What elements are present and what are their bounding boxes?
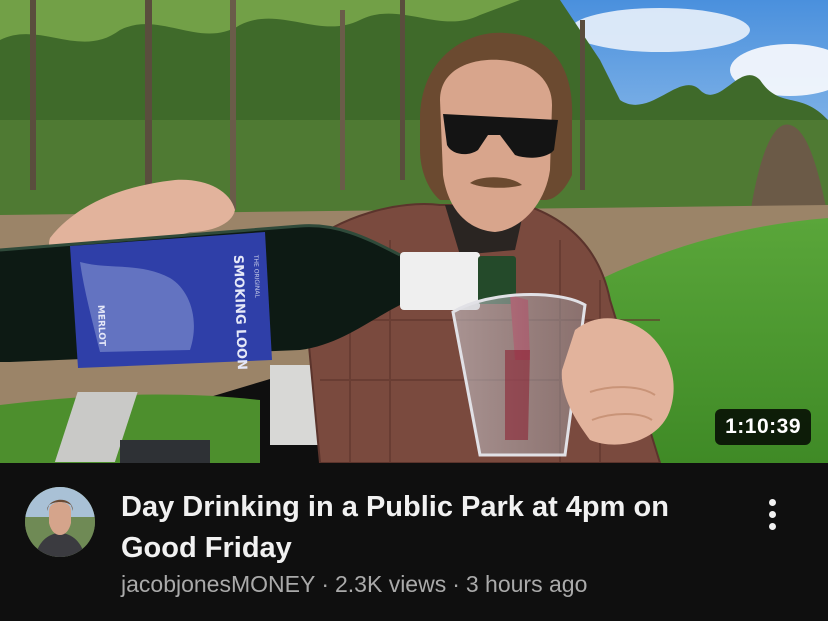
video-title[interactable]: Day Drinking in a Public Park at 4pm on … <box>121 487 731 569</box>
view-count: 2.3K views <box>334 571 447 597</box>
separator-dot: · <box>452 571 460 597</box>
video-metadata: Day Drinking in a Public Park at 4pm on … <box>0 463 828 621</box>
bottle-variety-text: MERLOT <box>95 305 106 347</box>
more-options-button[interactable] <box>752 489 792 539</box>
avatar-image <box>25 487 95 557</box>
video-thumbnail[interactable]: SMOKING LOON THE ORIGINAL MERLOT 1:10:39 <box>0 0 828 463</box>
duration-badge: 1:10:39 <box>715 409 811 445</box>
upload-age: 3 hours ago <box>465 571 588 597</box>
channel-avatar[interactable] <box>25 487 95 557</box>
video-card[interactable]: SMOKING LOON THE ORIGINAL MERLOT 1:10:39 <box>0 0 828 621</box>
thumbnail-image: SMOKING LOON THE ORIGINAL MERLOT <box>0 0 828 463</box>
channel-name[interactable]: jacobjonesMONEY <box>121 571 315 597</box>
separator-dot: · <box>321 571 329 597</box>
video-subtitle: jacobjonesMONEY · 2.3K views · 3 hours ago <box>121 571 587 598</box>
kebab-vertical-icon <box>768 498 776 506</box>
